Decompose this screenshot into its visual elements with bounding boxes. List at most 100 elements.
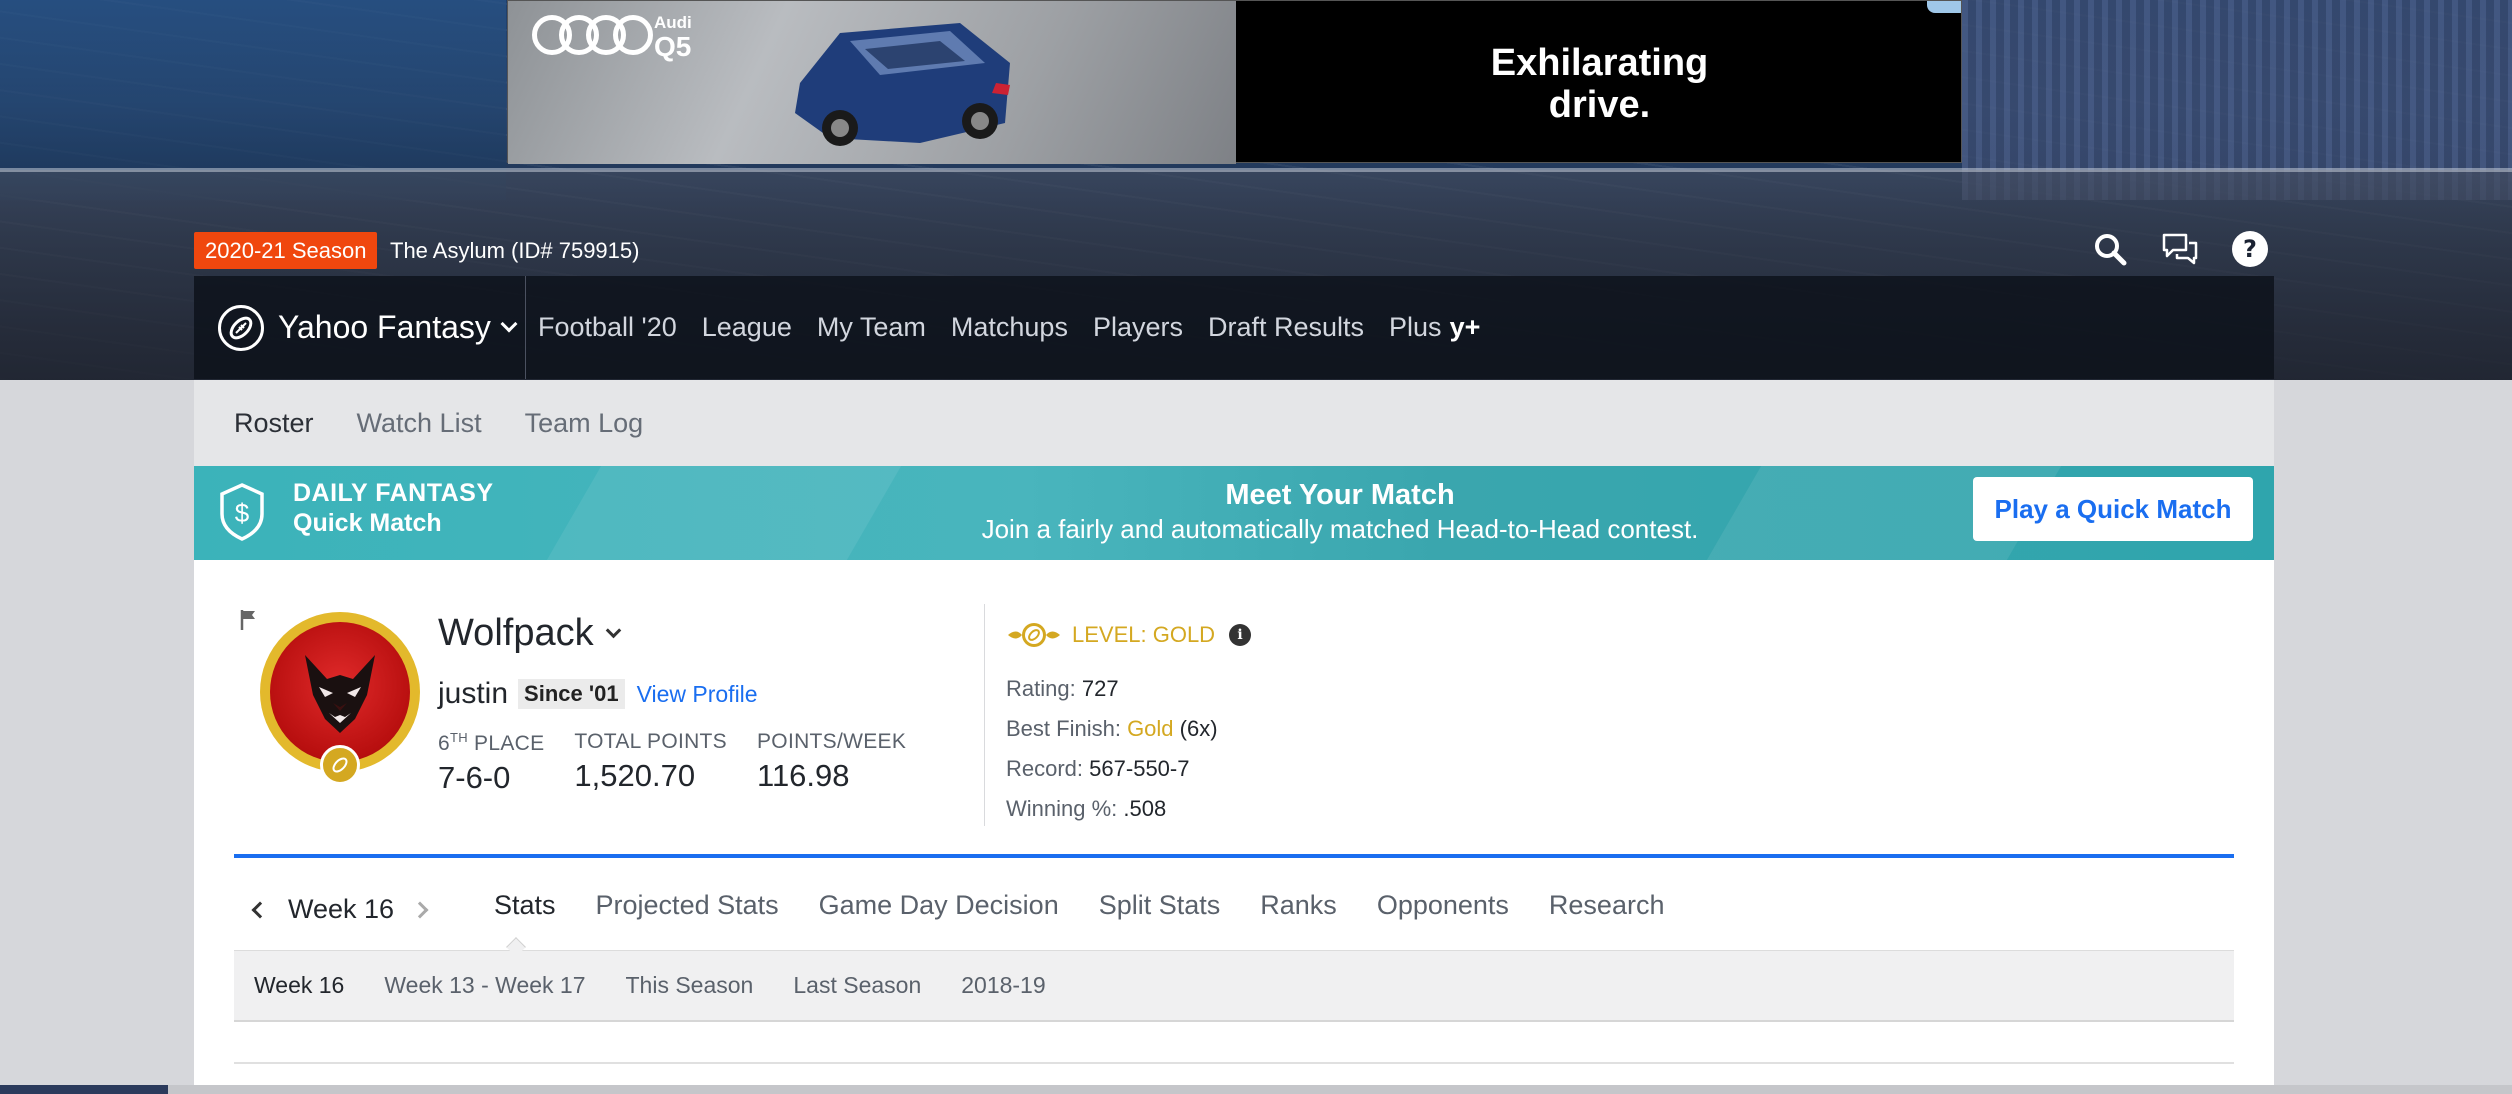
search-icon[interactable] <box>2090 228 2130 270</box>
rating-value: 727 <box>1081 676 1119 701</box>
chevron-left-icon[interactable] <box>251 901 269 918</box>
flag-icon[interactable] <box>240 608 258 632</box>
car-image <box>795 23 1010 146</box>
divider <box>984 604 985 826</box>
nav-players[interactable]: Players <box>1093 312 1183 343</box>
nav-plus-label: Plus <box>1389 312 1442 342</box>
league-name[interactable]: The Asylum (ID# 759915) <box>390 236 639 266</box>
chevron-down-icon <box>605 622 621 639</box>
nav-links: Football '20 League My Team Matchups Pla… <box>526 276 1505 379</box>
total-points-label: TOTAL POINTS <box>574 730 727 753</box>
promo-brand: DAILY FANTASY Quick Match <box>293 478 494 538</box>
record-value: 567-550-7 <box>1089 756 1190 781</box>
tab-game-day-decision[interactable]: Game Day Decision <box>819 890 1059 921</box>
range-2018-19[interactable]: 2018-19 <box>961 972 1045 999</box>
stat-points-week: POINTS/WEEK 116.98 <box>757 730 906 796</box>
team-name-menu[interactable]: Wolfpack <box>438 612 621 655</box>
tab-projected-stats[interactable]: Projected Stats <box>596 890 779 921</box>
stat-total-points: TOTAL POINTS 1,520.70 <box>574 730 727 796</box>
range-selector: Week 16 Week 13 - Week 17 This Season La… <box>234 950 2234 1022</box>
total-points-value: 1,520.70 <box>574 758 696 793</box>
team-record: 7-6-0 <box>438 760 511 795</box>
audi-logo <box>532 15 653 55</box>
svg-text:?: ? <box>2243 235 2257 263</box>
points-week-label: POINTS/WEEK <box>757 730 907 753</box>
tab-stats[interactable]: Stats <box>494 890 556 921</box>
play-quick-match-button[interactable]: Play a Quick Match <box>1973 477 2253 541</box>
rating-row: Rating: 727 <box>1006 676 1119 701</box>
gold-level-icon <box>1008 623 1060 647</box>
week-selector: Week 16 <box>251 894 429 925</box>
level-text: LEVEL: GOLD <box>1072 622 1216 647</box>
yplus-icon: y+ <box>1449 312 1481 342</box>
tab-split-stats[interactable]: Split Stats <box>1099 890 1221 921</box>
nav-my-team[interactable]: My Team <box>817 312 926 343</box>
ad-model: Q5 <box>654 31 692 62</box>
promo-quick-match: Quick Match <box>293 509 442 537</box>
subnav-roster[interactable]: Roster <box>234 408 314 439</box>
brand-label: Yahoo Fantasy <box>278 309 491 345</box>
chevron-right-icon[interactable] <box>411 901 429 918</box>
ad-photo: Audi Q5 <box>508 1 1236 164</box>
season-badge: 2020-21 Season <box>194 232 378 269</box>
range-last-season[interactable]: Last Season <box>793 972 921 999</box>
nav-league[interactable]: League <box>702 312 792 343</box>
football-icon <box>218 304 264 351</box>
winning-pct-value: .508 <box>1123 796 1167 821</box>
team-name: Wolfpack <box>438 612 594 654</box>
tab-research[interactable]: Research <box>1549 890 1665 921</box>
promo-title: Meet Your Match <box>1225 479 1455 511</box>
range-week-13-17[interactable]: Week 13 - Week 17 <box>384 972 585 999</box>
wolf-logo <box>270 622 410 762</box>
promo-daily-fantasy: DAILY FANTASY <box>293 479 494 507</box>
yahoo-fantasy-menu[interactable]: Yahoo Fantasy <box>194 276 526 379</box>
nav-plus[interactable]: Plus y+ <box>1389 312 1480 343</box>
main-nav: Yahoo Fantasy Football '20 League My Tea… <box>194 276 2274 379</box>
view-profile-link[interactable]: View Profile <box>637 681 758 708</box>
team-stats: 6TH PLACE 7-6-0 TOTAL POINTS 1,520.70 PO… <box>438 730 936 796</box>
banner-ad[interactable]: Audi Q5 Exhilarating drive. <box>507 0 1962 164</box>
winning-pct-row: Winning %: .508 <box>1006 796 1167 821</box>
ad-model-label: Audi Q5 <box>654 13 692 61</box>
content-card: Roster Watch List Team Log $ DAILY FANTA… <box>194 380 2274 1094</box>
week-label[interactable]: Week 16 <box>288 894 394 925</box>
nav-football[interactable]: Football '20 <box>538 312 677 343</box>
ad-brand: Audi <box>654 13 692 32</box>
place-label: 6TH PLACE <box>438 730 545 755</box>
range-this-season[interactable]: This Season <box>626 972 754 999</box>
best-finish-value: Gold <box>1127 716 1174 741</box>
table-top-border <box>234 1062 2234 1064</box>
daily-fantasy-promo: $ DAILY FANTASY Quick Match Meet Your Ma… <box>194 466 2274 560</box>
record-row: Record: 567-550-7 <box>1006 756 1190 781</box>
nav-matchups[interactable]: Matchups <box>951 312 1068 343</box>
best-finish-row: Best Finish: Gold (6x) <box>1006 716 1218 741</box>
tab-opponents[interactable]: Opponents <box>1377 890 1509 921</box>
owner-name: justin <box>438 677 509 710</box>
help-icon[interactable]: ? <box>2230 228 2270 270</box>
subnav-team-log[interactable]: Team Log <box>525 408 644 439</box>
team-subnav: Roster Watch List Team Log <box>194 380 2274 466</box>
promo-message: Meet Your Match Join a fairly and automa… <box>840 478 1840 546</box>
ad-tagline: Exhilarating drive. <box>1490 41 1709 126</box>
svg-text:$: $ <box>235 498 250 528</box>
nav-draft-results[interactable]: Draft Results <box>1208 312 1364 343</box>
points-week-value: 116.98 <box>757 758 850 793</box>
owner-row: justin Since '01 View Profile <box>438 677 758 711</box>
stat-place: 6TH PLACE 7-6-0 <box>438 730 544 796</box>
tab-ranks[interactable]: Ranks <box>1260 890 1337 921</box>
best-finish-count: (6x) <box>1179 716 1218 741</box>
info-icon[interactable]: i <box>1229 624 1252 646</box>
football-badge-icon <box>320 745 360 785</box>
ad-choices-icon[interactable] <box>1927 1 1961 13</box>
team-avatar <box>260 612 420 785</box>
field-line <box>0 168 2512 172</box>
since-badge: Since '01 <box>518 679 625 709</box>
manager-level: LEVEL: GOLD i <box>1006 620 1252 650</box>
dollar-shield-icon: $ <box>220 483 264 541</box>
chat-icon[interactable] <box>2160 228 2200 270</box>
scrollbar-thumb[interactable] <box>0 1085 168 1094</box>
horizontal-scrollbar[interactable] <box>0 1085 2512 1094</box>
range-week-16[interactable]: Week 16 <box>254 972 344 999</box>
subnav-watch-list[interactable]: Watch List <box>357 408 482 439</box>
header-divider <box>234 854 2234 858</box>
